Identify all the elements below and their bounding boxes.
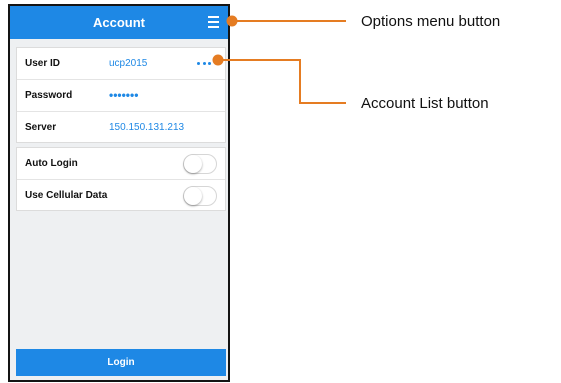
account-list-leader-dot bbox=[212, 54, 224, 66]
account-list-leader-line bbox=[218, 59, 346, 104]
callout-leaders bbox=[212, 15, 346, 104]
options-leader-dot bbox=[226, 15, 238, 27]
options-menu-callout: Options menu button bbox=[361, 13, 501, 30]
account-list-callout: Account List button bbox=[361, 95, 489, 112]
